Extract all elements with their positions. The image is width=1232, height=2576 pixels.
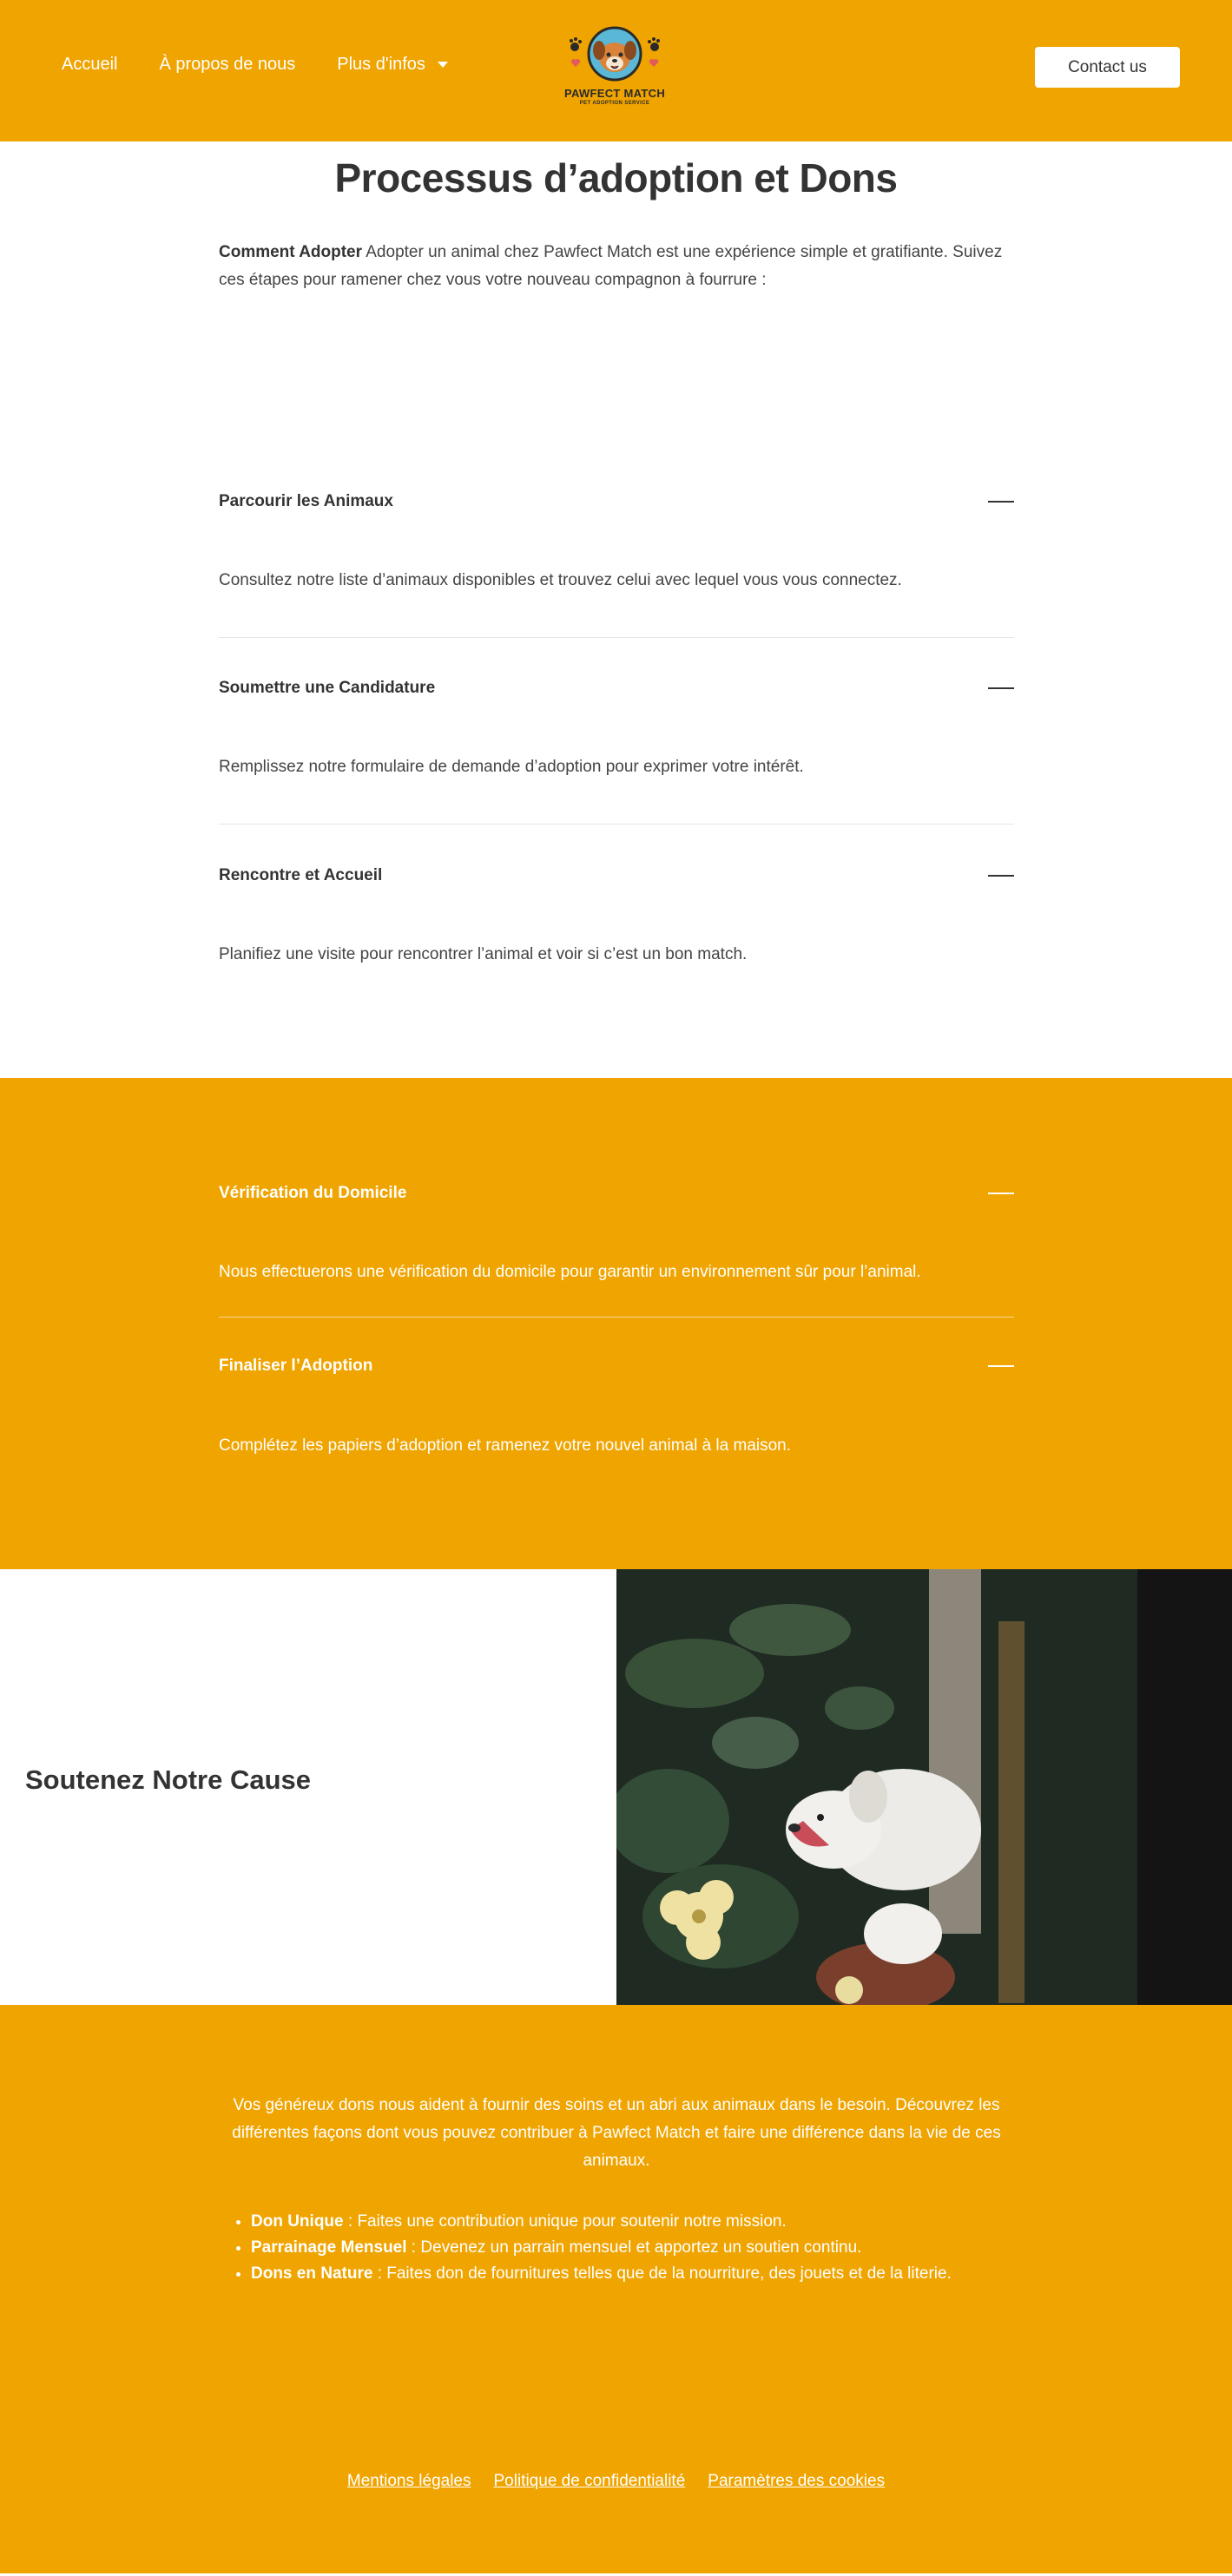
accordion-body: Nous effectuerons une vérification du do… [219, 1263, 921, 1281]
puppy-photo [616, 1569, 1232, 2005]
footer-link-privacy[interactable]: Politique de confidentialité [494, 2472, 686, 2491]
collapse-icon[interactable] [988, 1193, 1014, 1194]
donation-desc: : Devenez un parrain mensuel et apportez… [406, 2238, 862, 2257]
intro-bold: Comment Adopter [219, 243, 363, 261]
logo[interactable]: PAWFECT MATCH PET ADOPTION SERVICE [561, 24, 669, 109]
collapse-icon[interactable] [988, 1365, 1014, 1367]
donation-type: Dons en Nature [251, 2264, 373, 2283]
accordion-item: Finaliser l’Adoption [219, 1353, 1014, 1379]
accordion-title: Soumettre une Candidature [219, 679, 436, 697]
accordion-body: Planifiez une visite pour rencontrer l’a… [219, 945, 748, 963]
accordion-header[interactable]: Finaliser l’Adoption [219, 1353, 1014, 1379]
nav-label: Accueil [62, 55, 118, 74]
accordion-title: Vérification du Domicile [219, 1184, 407, 1202]
list-item: Don Unique : Faites une contribution uni… [251, 2209, 1015, 2235]
chevron-down-icon [437, 62, 448, 68]
list-item: Dons en Nature : Faites don de fournitur… [251, 2261, 1015, 2287]
footer-links: Mentions légales Politique de confidenti… [0, 2472, 1232, 2491]
donation-type: Don Unique [251, 2212, 344, 2231]
divider [219, 824, 1014, 825]
logo-title: PAWFECT MATCH [563, 87, 666, 100]
divider [219, 637, 1014, 638]
accordion-title: Rencontre et Accueil [219, 866, 383, 884]
page-title: Processus d’adoption et Dons [334, 155, 899, 200]
collapse-icon[interactable] [988, 501, 1014, 503]
nav-item-a-propos[interactable]: À propos de nous [159, 55, 295, 75]
donation-desc: : Faites don de fournitures telles que d… [372, 2264, 952, 2283]
nav-label: À propos de nous [159, 55, 296, 74]
nav-item-accueil[interactable]: Accueil [62, 55, 117, 75]
support-title: Soutenez Notre Cause [25, 1764, 312, 1795]
divider [219, 1317, 1014, 1318]
accordion-body: Remplissez notre formulaire de demande d… [219, 758, 804, 776]
nav-label: Plus d'infos [337, 55, 425, 74]
nav-item-plus-infos[interactable]: Plus d'infos [337, 55, 448, 75]
main-nav: Accueil À propos de nous Plus d'infos [62, 55, 490, 75]
accordion-title: Parcourir les Animaux [219, 492, 393, 510]
accordion-item: Soumettre une Candidature [219, 675, 1014, 701]
adoption-section: Processus d’adoption et Dons Comment Ado… [0, 141, 1232, 1078]
accordion-body: Complétez les papiers d’adoption et rame… [219, 1436, 792, 1455]
contact-button[interactable]: Contact us [1035, 47, 1180, 88]
footer-link-legal[interactable]: Mentions légales [347, 2472, 471, 2491]
accordion-item: Rencontre et Accueil [219, 863, 1014, 889]
accordion-title: Finaliser l’Adoption [219, 1357, 373, 1375]
site-header: Accueil À propos de nous Plus d'infos PA… [0, 0, 1232, 141]
footer-link-cookies[interactable]: Paramètres des cookies [708, 2472, 885, 2491]
support-text-panel: Soutenez Notre Cause [0, 1569, 616, 2005]
accordion-header[interactable]: Rencontre et Accueil [219, 863, 1014, 889]
dog-logo-icon [570, 26, 660, 82]
support-section: Soutenez Notre Cause [0, 1569, 1232, 2005]
list-item: Parrainage Mensuel : Devenez un parrain … [251, 2235, 1015, 2261]
donation-desc: : Faites une contribution unique pour so… [343, 2212, 787, 2231]
accordion-body: Consultez notre liste d’animaux disponib… [219, 571, 902, 589]
collapse-icon[interactable] [988, 875, 1014, 877]
donation-type: Parrainage Mensuel [251, 2238, 407, 2257]
accordion-header[interactable]: Parcourir les Animaux [219, 489, 1014, 515]
donations-paragraph: Vos généreux dons nous aident à fournir … [232, 2096, 1001, 2170]
donations-list: Don Unique : Faites une contribution uni… [251, 2209, 1015, 2287]
accordion-header[interactable]: Vérification du Domicile [219, 1180, 1014, 1206]
accordion-header[interactable]: Soumettre une Candidature [219, 675, 1014, 701]
accordion-item: Parcourir les Animaux [219, 489, 1014, 515]
puppy-image [616, 1569, 1232, 2005]
collapse-icon[interactable] [988, 687, 1014, 689]
accordion-item: Vérification du Domicile [219, 1180, 1014, 1206]
adoption-section-continued: Vérification du Domicile Nous effectuero… [0, 1078, 1232, 1569]
donations-section: Vos généreux dons nous aident à fournir … [0, 2005, 1232, 2573]
logo-tagline: PET ADOPTION SERVICE [579, 101, 650, 106]
intro-paragraph: Comment Adopter Adopter un animal chez P… [219, 239, 1014, 294]
